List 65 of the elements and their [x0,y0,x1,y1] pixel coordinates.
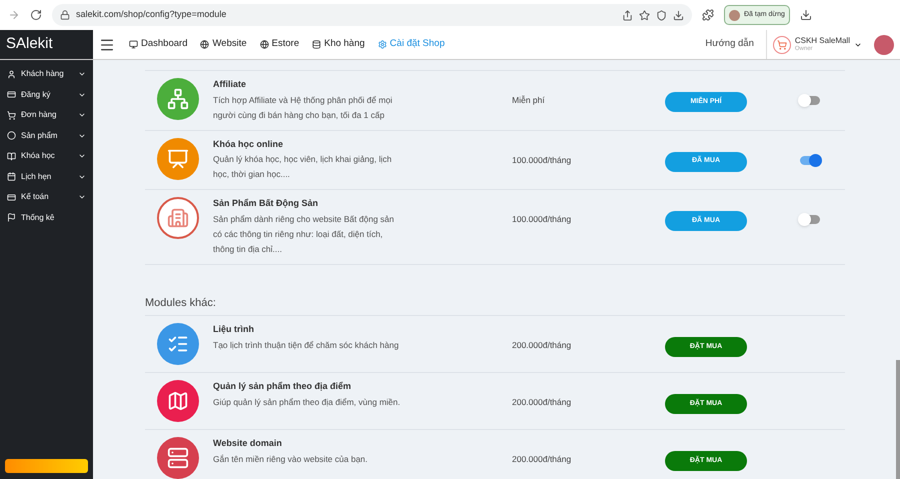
module-price: 100.000đ/tháng [512,154,572,166]
module-name: Khóa học online [213,138,284,151]
sidebar-item[interactable]: Đơn hàng [0,105,93,126]
toggle-switch[interactable] [800,96,820,105]
nav-link[interactable]: Website [200,37,247,52]
star-icon[interactable] [639,10,650,20]
module-price: 200.000đ/tháng [512,453,572,466]
shop-logo-icon [772,36,791,54]
card-icon [7,90,16,100]
menu-icon[interactable] [99,36,115,52]
module-price: 100.000đ/tháng [512,213,572,226]
globe-icon [200,40,210,49]
nav-link[interactable]: Estore [260,37,300,52]
toggle-switch[interactable] [800,156,820,164]
module-name: Quản lý sản phẩm theo địa điểm [213,380,352,393]
sidebar-item[interactable]: Kế toán [0,187,93,208]
extensions-icon[interactable] [702,9,714,21]
module-description: Giúp quản lý sản phẩm theo địa điểm, vùng miền. [213,396,401,409]
download-icon[interactable] [800,9,812,21]
nav-link[interactable]: Cài đặt Shop [378,37,445,52]
avatar-icon [729,10,740,20]
user-icon [7,70,16,79]
book-icon [7,152,16,161]
cart-icon [7,110,16,120]
module-price: 200.000đ/tháng [512,339,572,352]
module-description: Quản lý khóa học, học viên, lịch khai giảng, lịch học, thời gian học.... [213,153,393,181]
download-icon[interactable] [673,10,684,20]
module-name: Liệu trình [213,323,255,336]
calendar-icon [7,172,16,182]
module-name: Website domain [213,437,283,450]
toggle-switch[interactable] [800,215,820,224]
circle-icon [7,131,16,140]
shield-icon[interactable] [656,10,667,20]
lock-icon [60,10,70,20]
section-title: Modules khác: [145,296,217,310]
help-link[interactable]: Hướng dẫn [705,37,754,52]
flag-icon [7,213,16,222]
module-name: Sản Phẩm Bất Động Sản [213,197,320,210]
nav-link[interactable]: Kho hàng [312,37,365,52]
settings-icon [378,40,387,49]
address-bar[interactable]: salekit.com/shop/config?type=module [52,4,692,26]
module-name: Affiliate [213,78,248,91]
card-icon [7,192,16,202]
nav-link[interactable]: Dashboard [129,37,188,52]
account-name[interactable]: CSKH SaleMall [794,36,850,44]
module-price: Miễn phí [512,94,546,107]
module-description: Tích hợp Affiliate và Hệ thống phân phối để mọi người cùng đi bán hàng cho bạn, tối đa 1 cấp [213,94,394,122]
sidebar-item[interactable]: Khóa học [0,146,93,166]
share-icon[interactable] [622,10,633,20]
sidebar-item[interactable]: Lịch hẹn [0,166,93,187]
sidebar-item[interactable]: Khách hàng [0,64,93,84]
reload-icon[interactable] [30,9,42,21]
module-description: Gắn tên miền riêng vào website của bạn. [213,452,369,466]
sidebar-item[interactable]: Thống kê [0,208,93,228]
module-description: Sản phẩm dành riêng cho website Bất động sản có các thông tin riêng như: loại đất, diện tích, thông tin địa chỉ.... [213,212,395,256]
module-description: Tạo lịch trình thuận tiện để chăm sóc khách hàng [213,338,400,352]
url-text: salekit.com/shop/config?type=module [76,8,226,22]
sidebar-item[interactable]: Đăng ký [0,84,93,105]
monitor-icon [129,40,138,49]
globe-icon [260,40,269,49]
sidebar-item[interactable]: Sản phẩm [0,126,93,146]
module-price: 200.000đ/tháng [512,396,572,409]
avatar-icon[interactable] [874,34,894,54]
database-icon [312,40,322,49]
scrollbar[interactable] [896,360,900,479]
